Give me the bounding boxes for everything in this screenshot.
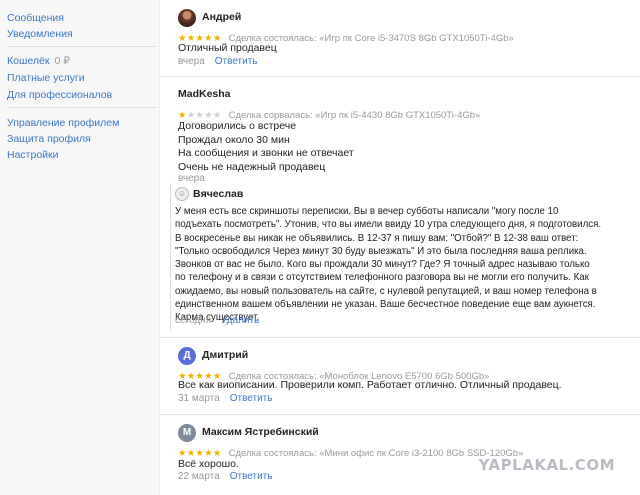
review-separator [160,337,640,338]
review-author[interactable]: Дмитрий [202,349,248,361]
review-author[interactable]: Максим Ястребинский [202,426,319,438]
avatar[interactable] [178,9,196,27]
sidebar-link-notifications[interactable]: Уведомления [7,28,73,40]
avatar[interactable]: Д [178,347,196,365]
review-author[interactable]: Андрей [202,11,241,23]
reply-date: сегодня [175,315,212,326]
review-footer: вчера Ответить [178,56,258,67]
reply-author[interactable]: Вячеслав [193,188,243,200]
review-text: Отличный продавец [178,42,277,54]
review-text: Все как виописании. Проверили комп. Рабо… [178,379,562,391]
reply-footer: сегодня Удалить [175,315,259,326]
watermark-logo: YAPLAKAL.COM [478,456,615,474]
review-text-line: Договорились о встрече [178,120,297,132]
review-date: вчера [178,56,205,67]
review-separator [160,76,640,77]
reply-button[interactable]: Ответить [230,471,273,482]
wallet[interactable]: Кошелёк 0 ₽ [7,55,70,67]
wallet-value: 0 ₽ [54,55,70,67]
sidebar-link-profile-protection[interactable]: Защита профиля [7,133,91,145]
review-author[interactable]: MadKesha [178,88,231,100]
reply-button[interactable]: Ответить [230,393,273,404]
sidebar-link-paid-services[interactable]: Платные услуги [7,72,85,84]
wallet-label[interactable]: Кошелёк [7,55,49,67]
review-date: 22 марта [178,471,220,482]
seller-reply: ☺ Вячеслав У меня есть все скриншоты пер… [170,183,640,331]
review-separator [160,414,640,415]
sidebar-link-settings[interactable]: Настройки [7,149,59,161]
reply-button[interactable]: Ответить [215,56,258,67]
review-date: 31 марта [178,393,220,404]
review-footer: 31 марта Ответить [178,393,272,404]
reviews-list: Андрей ★★★★★ Сделка состоялась: «Игр пк … [160,0,640,495]
avatar[interactable]: М [178,424,196,442]
review-footer: 22 марта Ответить [178,471,272,482]
sidebar: Сообщения Уведомления Кошелёк 0 ₽ Платные… [0,0,160,495]
sidebar-link-for-pros[interactable]: Для профессионалов [7,89,112,101]
sidebar-divider [7,107,157,108]
reply-text: У меня есть все скриншоты переписки. Вы … [175,206,602,324]
sidebar-divider [7,46,157,47]
review-text: Всё хорошо. [178,458,239,470]
sidebar-link-messages[interactable]: Сообщения [7,12,64,24]
review-text-line: На сообщения и звонки не отвечает [178,147,354,159]
delete-reply-button[interactable]: Удалить [221,315,259,326]
review-text-line: Прождал около 30 мин [178,134,290,146]
sidebar-link-manage-profile[interactable]: Управление профилем [7,117,119,129]
reply-avatar-icon: ☺ [175,187,189,201]
